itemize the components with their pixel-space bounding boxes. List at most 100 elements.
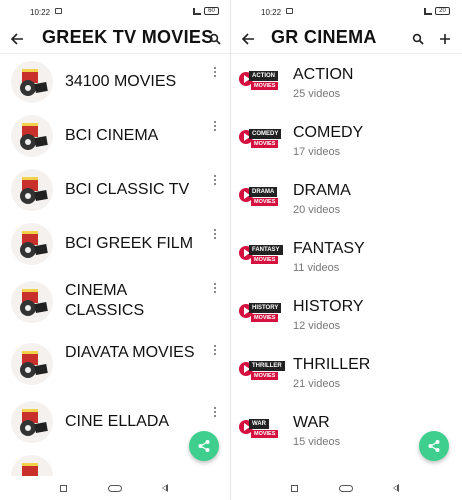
list-item[interactable]: BCI GREEK FILM — [0, 217, 231, 271]
recents-icon[interactable] — [291, 485, 298, 492]
list-item[interactable]: DIAVATA MOVIES — [0, 333, 231, 395]
list-item[interactable]: COMEDY MOVIES COMEDY 17 videos — [231, 116, 462, 174]
list-item[interactable]: THRILLER MOVIES THRILLER 21 videos — [231, 348, 462, 406]
page-title: GREEK TV MOVIES — [42, 27, 214, 47]
back-arrow-icon[interactable] — [8, 30, 26, 48]
app-bar: GREEK TV MOVIES — [0, 24, 231, 54]
channel-title: 34100 MOVIES — [65, 73, 177, 90]
genre-badge-suffix: MOVIES — [251, 372, 279, 380]
left-screen: 10:22 60 GREEK TV MOVIES 34100 MOVIES BC — [0, 0, 231, 500]
more-vert-icon[interactable] — [214, 229, 218, 239]
signal-icon — [424, 7, 432, 15]
back-arrow-icon[interactable] — [239, 30, 257, 48]
genre-badge-suffix: MOVIES — [251, 82, 279, 90]
add-icon[interactable] — [436, 30, 454, 48]
channel-title: DIAVATA MOVIES — [65, 344, 195, 361]
more-vert-icon[interactable] — [214, 175, 218, 185]
page-title: GR CINEMA — [271, 27, 377, 47]
status-bar: 10:22 60 — [0, 0, 231, 24]
battery-icon: 20 — [435, 7, 450, 15]
genre-title: ACTION — [293, 66, 354, 83]
channel-logo-icon — [11, 281, 53, 323]
genre-badge-suffix: MOVIES — [251, 198, 279, 206]
genre-badge-suffix: MOVIES — [251, 140, 279, 148]
system-nav-bar — [231, 476, 462, 500]
genre-badge-label: ACTION — [249, 71, 278, 81]
home-icon[interactable] — [339, 485, 353, 492]
share-icon — [428, 440, 440, 452]
genre-thumbnail: WAR MOVIES — [239, 416, 283, 442]
list-item[interactable]: 34100 MOVIES — [0, 55, 231, 109]
share-icon — [198, 440, 210, 452]
genre-badge-label: DRAMA — [249, 187, 278, 197]
list-item[interactable]: ACTION MOVIES ACTION 25 videos — [231, 58, 462, 116]
list-item[interactable]: CINEMA CLASSICS — [0, 271, 231, 333]
share-button[interactable] — [189, 431, 219, 461]
video-count: 17 videos — [293, 146, 341, 158]
list-item[interactable]: BCI CINEMA — [0, 109, 231, 163]
genre-badge-label: THRILLER — [249, 361, 285, 371]
genre-badge-label: FANTASY — [249, 245, 283, 255]
notification-icon — [286, 8, 293, 14]
channel-title: BCI GREEK FILM — [65, 235, 194, 252]
channel-logo-icon — [11, 343, 53, 385]
video-count: 15 videos — [293, 436, 341, 448]
more-vert-icon[interactable] — [214, 283, 218, 293]
nav-back-icon[interactable] — [393, 484, 399, 492]
share-button[interactable] — [419, 431, 449, 461]
channel-logo-icon — [11, 401, 53, 443]
system-nav-bar — [0, 476, 231, 500]
more-vert-icon[interactable] — [214, 407, 218, 417]
battery-icon: 60 — [204, 7, 219, 15]
genre-title: FANTASY — [293, 240, 365, 257]
genre-badge-suffix: MOVIES — [251, 256, 279, 264]
list-item[interactable]: BCI CLASSIC TV — [0, 163, 231, 217]
list-item[interactable]: DRAMA MOVIES DRAMA 20 videos — [231, 174, 462, 232]
nav-back-icon[interactable] — [162, 484, 168, 492]
genre-thumbnail: ACTION MOVIES — [239, 68, 283, 94]
status-bar: 10:22 20 — [231, 0, 462, 24]
recents-icon[interactable] — [60, 485, 67, 492]
genre-title: WAR — [293, 414, 330, 431]
genre-badge-suffix: MOVIES — [251, 314, 279, 322]
genre-badge-label: HISTORY — [249, 303, 282, 313]
genre-thumbnail: HISTORY MOVIES — [239, 300, 283, 326]
home-icon[interactable] — [108, 485, 122, 492]
more-vert-icon[interactable] — [214, 345, 218, 355]
genre-title: THRILLER — [293, 356, 371, 373]
genre-badge-label: WAR — [249, 419, 269, 429]
list-item[interactable]: HISTORY MOVIES HISTORY 12 videos — [231, 290, 462, 348]
more-vert-icon[interactable] — [214, 121, 218, 131]
video-count: 25 videos — [293, 88, 341, 100]
more-vert-icon[interactable] — [214, 67, 218, 77]
channel-title: CINE ELLADA — [65, 413, 170, 430]
status-time: 10:22 — [30, 8, 51, 17]
channel-logo-icon — [11, 169, 53, 211]
channel-logo-icon — [11, 61, 53, 103]
genre-title: COMEDY — [293, 124, 364, 141]
genre-thumbnail: DRAMA MOVIES — [239, 184, 283, 210]
list-item[interactable]: FANTASY MOVIES FANTASY 11 videos — [231, 232, 462, 290]
genre-thumbnail: COMEDY MOVIES — [239, 126, 283, 152]
channel-logo-icon — [11, 223, 53, 265]
search-icon[interactable] — [206, 30, 224, 48]
right-screen: 10:22 20 GR CINEMA ACTION MOVIES ACTION … — [231, 0, 462, 500]
channel-logo-icon — [11, 115, 53, 157]
channel-title: BCI CLASSIC TV — [65, 181, 190, 198]
genre-thumbnail: THRILLER MOVIES — [239, 358, 285, 384]
genre-thumbnail: FANTASY MOVIES — [239, 242, 283, 268]
genre-title: DRAMA — [293, 182, 351, 199]
video-count: 20 videos — [293, 204, 341, 216]
status-time: 10:22 — [261, 8, 282, 17]
notification-icon — [55, 8, 62, 14]
search-icon[interactable] — [409, 30, 427, 48]
genre-badge-suffix: MOVIES — [251, 430, 279, 438]
genre-title: HISTORY — [293, 298, 364, 315]
video-count: 11 videos — [293, 262, 340, 274]
channel-title: BCI CINEMA — [65, 127, 159, 144]
signal-icon — [193, 7, 201, 15]
channel-title: CINEMA CLASSICS — [65, 282, 145, 319]
channel-list: 34100 MOVIES BCI CINEMA BCI CLASSIC TV B… — [0, 55, 231, 497]
video-count: 12 videos — [293, 320, 341, 332]
genre-list: ACTION MOVIES ACTION 25 videos COMEDY MO… — [231, 58, 462, 464]
